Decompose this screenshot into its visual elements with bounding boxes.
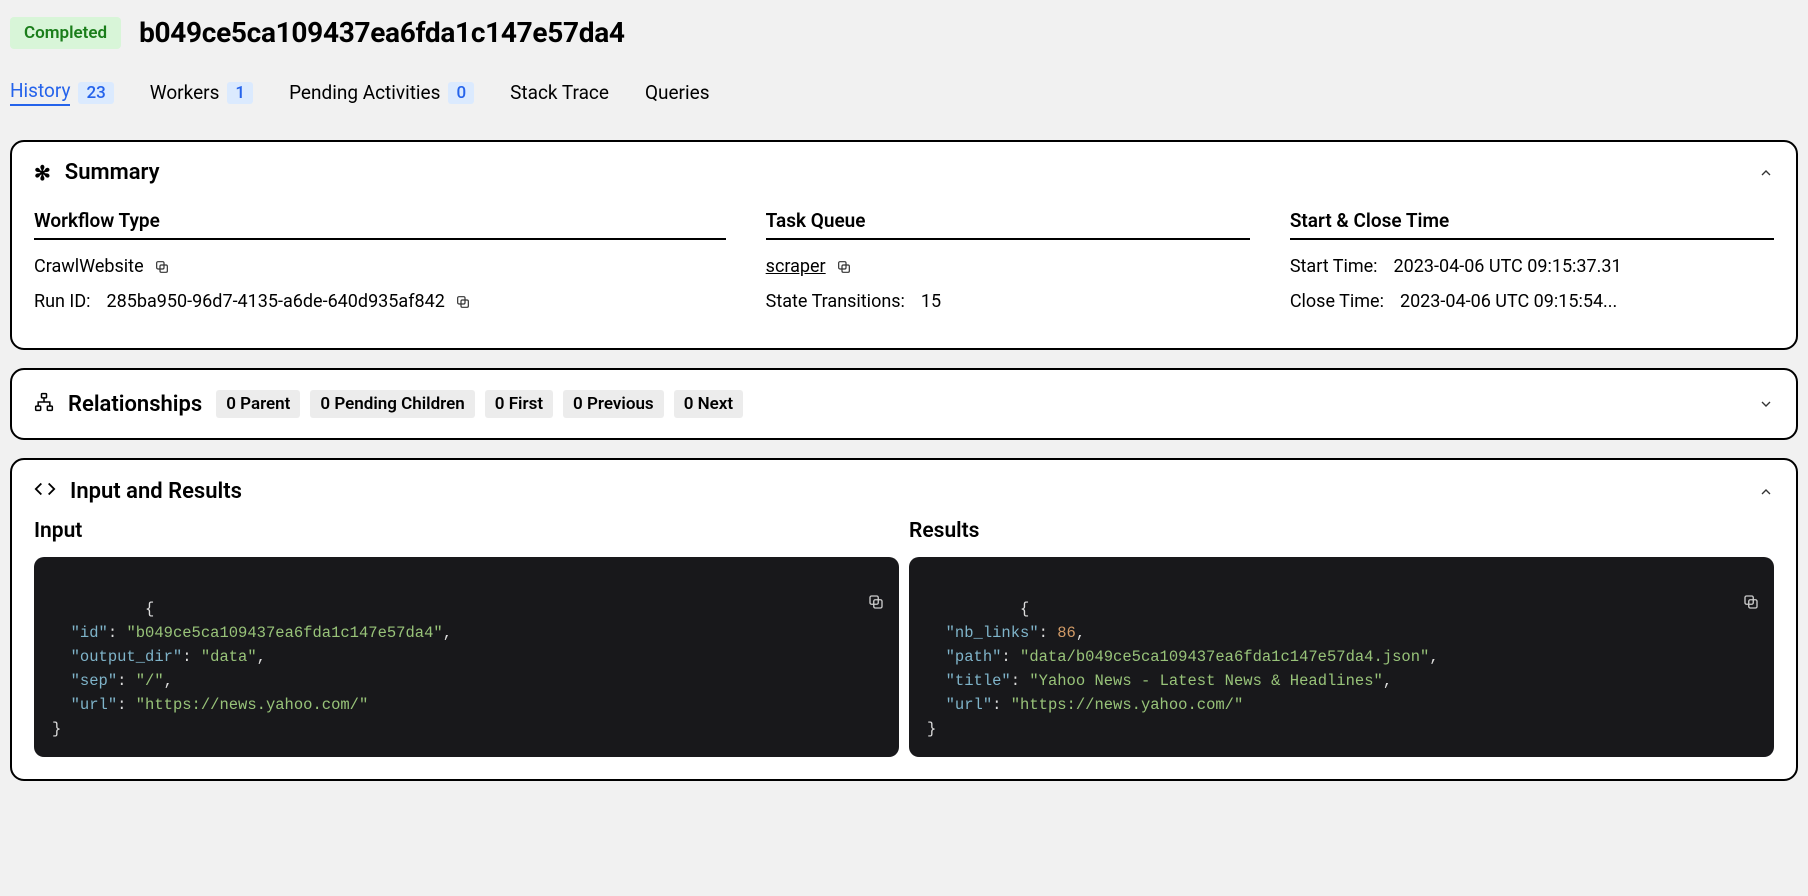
rel-parent-badge: 0 Parent	[216, 390, 300, 418]
asterisk-icon: ✻	[34, 161, 51, 185]
start-close-heading: Start & Close Time	[1290, 209, 1774, 240]
state-transitions-value: 15	[921, 291, 941, 312]
input-results-title: Input and Results	[70, 479, 242, 504]
close-time-value: 2023-04-06 UTC 09:15:54...	[1400, 291, 1617, 312]
tab-pending-activities[interactable]: Pending Activities 0	[289, 79, 474, 106]
summary-time-col: Start & Close Time Start Time: 2023-04-0…	[1290, 209, 1774, 326]
workflow-type-heading: Workflow Type	[34, 209, 726, 240]
tab-pending-count: 0	[448, 82, 474, 104]
copy-workflow-type-icon[interactable]	[154, 259, 170, 275]
rel-first-badge: 0 First	[485, 390, 553, 418]
relationships-title: Relationships	[68, 392, 202, 417]
results-code-block: { "nb_links": 86, "path": "data/b049ce5c…	[909, 557, 1774, 757]
collapse-io-button[interactable]	[1758, 484, 1774, 500]
rel-pending-children-badge: 0 Pending Children	[310, 390, 474, 418]
relationships-card: Relationships 0 Parent 0 Pending Childre…	[10, 368, 1798, 440]
input-code-content: { "id": "b049ce5ca109437ea6fda1c147e57da…	[52, 600, 452, 738]
tab-pending-label: Pending Activities	[289, 81, 440, 104]
input-code-block: { "id": "b049ce5ca109437ea6fda1c147e57da…	[34, 557, 899, 757]
code-icon	[34, 478, 56, 505]
summary-workflow-type-col: Workflow Type CrawlWebsite Run ID: 285ba…	[34, 209, 726, 326]
copy-input-icon[interactable]	[755, 569, 885, 643]
input-column: Input { "id": "b049ce5ca109437ea6fda1c14…	[34, 519, 899, 757]
close-time-label: Close Time:	[1290, 291, 1384, 312]
task-queue-heading: Task Queue	[766, 209, 1250, 240]
tab-stack-trace[interactable]: Stack Trace	[510, 79, 609, 106]
tabs: History 23 Workers 1 Pending Activities …	[10, 53, 1798, 122]
expand-relationships-button[interactable]	[1758, 396, 1774, 412]
results-code-content: { "nb_links": 86, "path": "data/b049ce5c…	[927, 600, 1439, 738]
task-queue-link[interactable]: scraper	[766, 256, 826, 277]
tab-workers-count: 1	[227, 82, 253, 104]
tab-workers[interactable]: Workers 1	[150, 79, 253, 106]
copy-run-id-icon[interactable]	[455, 294, 471, 310]
tab-queries[interactable]: Queries	[645, 79, 710, 106]
rel-next-badge: 0 Next	[674, 390, 743, 418]
status-badge: Completed	[10, 17, 121, 49]
summary-title: Summary	[65, 160, 160, 185]
results-column: Results { "nb_links": 86, "path": "data/…	[909, 519, 1774, 757]
workflow-type-value: CrawlWebsite	[34, 256, 144, 277]
results-heading: Results	[909, 519, 1774, 543]
input-heading: Input	[34, 519, 899, 543]
tab-stack-label: Stack Trace	[510, 81, 609, 104]
start-time-label: Start Time:	[1290, 256, 1378, 277]
collapse-summary-button[interactable]	[1758, 165, 1774, 181]
run-id-label: Run ID:	[34, 291, 91, 312]
start-time-value: 2023-04-06 UTC 09:15:37.31	[1394, 256, 1622, 277]
tab-history-count: 23	[78, 82, 113, 104]
tab-queries-label: Queries	[645, 81, 710, 104]
tab-history-label: History	[10, 79, 70, 106]
relationships-icon	[34, 392, 54, 416]
workflow-id: b049ce5ca109437ea6fda1c147e57da4	[139, 16, 625, 49]
tab-workers-label: Workers	[150, 81, 220, 104]
state-transitions-label: State Transitions:	[766, 291, 905, 312]
workflow-header: Completed b049ce5ca109437ea6fda1c147e57d…	[10, 10, 1798, 53]
input-results-card: Input and Results Input { "id": "b049ce5…	[10, 458, 1798, 781]
rel-previous-badge: 0 Previous	[563, 390, 664, 418]
tab-history[interactable]: History 23	[10, 79, 114, 106]
copy-task-queue-icon[interactable]	[836, 259, 852, 275]
copy-results-icon[interactable]	[1630, 569, 1760, 643]
summary-card: ✻ Summary Workflow Type CrawlWebsite	[10, 140, 1798, 350]
summary-task-queue-col: Task Queue scraper State Transitions: 15	[766, 209, 1250, 326]
run-id-value: 285ba950-96d7-4135-a6de-640d935af842	[107, 291, 445, 312]
